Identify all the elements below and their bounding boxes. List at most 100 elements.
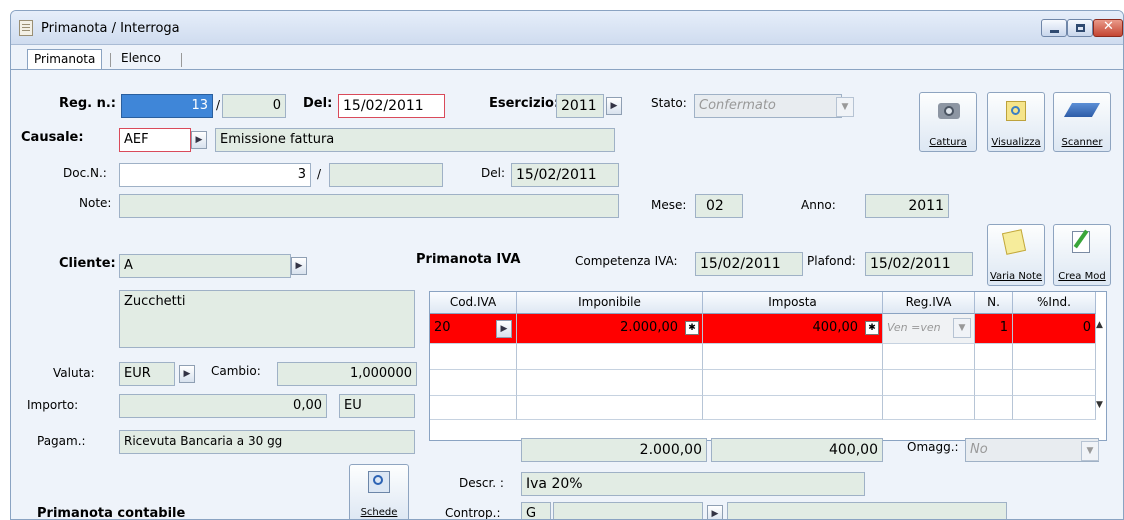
schede-label: Schede	[360, 507, 398, 518]
primanota-contabile-title: Primanota contabile	[37, 506, 186, 520]
reg-sub-field[interactable]: 0	[222, 94, 286, 118]
grid-cell[interactable]	[703, 370, 883, 396]
grid-cell[interactable]	[517, 344, 703, 370]
close-icon: ✕	[1103, 19, 1114, 34]
chevron-down-icon[interactable]: ▼	[836, 97, 854, 117]
ind-cell[interactable]: 0	[1013, 314, 1096, 344]
cliente-zoom-button[interactable]: ▶	[291, 257, 307, 275]
total-imposta-field: 400,00	[711, 438, 883, 462]
grid-cell[interactable]	[975, 370, 1013, 396]
note-label: Note:	[79, 196, 112, 210]
competenza-label: Competenza IVA:	[575, 254, 678, 268]
grid-cell[interactable]	[517, 370, 703, 396]
scanner-label: Scanner	[1061, 137, 1103, 148]
grid-cell[interactable]	[883, 396, 975, 420]
grid-cell[interactable]	[430, 344, 517, 370]
window: Primanota / Interroga ✕ Primanota Elenco…	[10, 10, 1124, 520]
grid-cell[interactable]	[975, 344, 1013, 370]
close-button[interactable]: ✕	[1093, 19, 1123, 37]
maximize-button[interactable]	[1067, 19, 1093, 37]
stato-value: Confermato	[699, 98, 776, 113]
grid-cell[interactable]	[1013, 344, 1096, 370]
reg-label: Reg. n.:	[59, 96, 116, 111]
anno-label: Anno:	[801, 198, 836, 212]
calculator-icon[interactable]: ✱	[685, 321, 699, 335]
scanner-button[interactable]: Scanner	[1053, 92, 1111, 152]
varia-note-button[interactable]: Varia Note	[987, 224, 1045, 286]
plafond-field[interactable]: 15/02/2011	[865, 252, 973, 276]
grid-cell[interactable]	[1013, 370, 1096, 396]
column-header[interactable]: Imponibile	[517, 292, 703, 314]
ind-value: 0	[1082, 320, 1091, 335]
primanota-iva-title: Primanota IVA	[416, 252, 521, 267]
contropartita-desc-field	[727, 502, 1007, 519]
stato-select[interactable]: Confermato	[694, 94, 842, 118]
date-field[interactable]: 15/02/2011	[338, 94, 445, 118]
causale-zoom-button[interactable]: ▶	[191, 131, 207, 149]
docn-sub-field[interactable]	[329, 163, 443, 187]
tab-primanota[interactable]: Primanota	[27, 49, 103, 69]
valuta-field[interactable]: EUR	[119, 362, 175, 386]
omaggio-select[interactable]: No	[965, 438, 1099, 462]
importo-field[interactable]: 0,00	[119, 394, 327, 418]
causale-code-field[interactable]: AEF	[119, 128, 191, 152]
n-cell[interactable]: 1	[975, 314, 1013, 344]
chevron-down-icon[interactable]: ▼	[1081, 441, 1099, 461]
grid-cell[interactable]	[517, 396, 703, 420]
valuta-zoom-button[interactable]: ▶	[179, 365, 195, 383]
grid-cell[interactable]	[1013, 396, 1096, 420]
imposta-cell[interactable]: 400,00	[703, 314, 883, 344]
contropartita-code-field[interactable]	[553, 502, 703, 519]
visualizza-button[interactable]: Visualizza	[987, 92, 1045, 152]
column-header[interactable]: %Ind.	[1013, 292, 1096, 314]
valuta-label: Valuta:	[53, 366, 95, 380]
del-label: Del:	[303, 96, 333, 111]
grid-cell[interactable]	[430, 396, 517, 420]
calculator-icon[interactable]: ✱	[865, 321, 879, 335]
contropartita-type-field[interactable]: G	[521, 502, 551, 519]
tab-elenco[interactable]: Elenco	[115, 49, 167, 69]
note-field[interactable]	[119, 194, 619, 218]
descrizione-field[interactable]: Iva 20%	[521, 472, 865, 496]
contropartita-zoom-button[interactable]: ▶	[707, 505, 723, 519]
iva-grid: Cod.IVA Imponibile Imposta Reg.IVA N. %I…	[429, 291, 1107, 441]
crea-mod-button[interactable]: Crea Mod	[1053, 224, 1111, 286]
cambio-field[interactable]: 1,000000	[277, 362, 417, 386]
scroll-up-icon[interactable]: ▲	[1096, 320, 1103, 330]
column-header[interactable]: Cod.IVA	[430, 292, 517, 314]
stato-label: Stato:	[651, 96, 687, 110]
pagamento-field[interactable]: Ricevuta Bancaria a 30 gg	[119, 430, 415, 454]
column-header[interactable]: Reg.IVA	[883, 292, 975, 314]
schede-button[interactable]: Schede	[349, 464, 409, 519]
chevron-down-icon[interactable]: ▼	[953, 318, 971, 338]
grid-cell[interactable]	[975, 396, 1013, 420]
grid-cell[interactable]	[883, 344, 975, 370]
docn-field[interactable]: 3	[119, 163, 311, 187]
minimize-button[interactable]	[1041, 19, 1067, 37]
reg-number-field[interactable]: 13	[121, 94, 213, 118]
plafond-label: Plafond:	[807, 254, 856, 268]
esercizio-field[interactable]: 2011	[556, 94, 604, 118]
cattura-button[interactable]: Cattura	[919, 92, 977, 152]
cod-iva-zoom-button[interactable]: ▶	[496, 320, 512, 338]
grid-cell[interactable]	[703, 344, 883, 370]
scroll-down-icon[interactable]: ▼	[1096, 400, 1103, 410]
camera-icon	[938, 103, 960, 119]
omagg-label: Omagg.:	[907, 440, 959, 454]
grid-cell[interactable]	[430, 370, 517, 396]
imponibile-value: 2.000,00	[620, 320, 678, 335]
imponibile-cell[interactable]: 2.000,00	[517, 314, 703, 344]
edit-icon	[1072, 229, 1090, 253]
grid-cell[interactable]	[703, 396, 883, 420]
column-header[interactable]: Imposta	[703, 292, 883, 314]
grid-scrollbar[interactable]: ▲ ▼	[1096, 314, 1106, 440]
anno-field: 2011	[865, 194, 949, 218]
grid-cell[interactable]	[883, 370, 975, 396]
title-bar: Primanota / Interroga ✕	[11, 11, 1123, 45]
column-header[interactable]: N.	[975, 292, 1013, 314]
doc-date-field[interactable]: 15/02/2011	[511, 163, 619, 187]
competenza-field[interactable]: 15/02/2011	[695, 252, 803, 276]
cliente-code-field[interactable]: A	[119, 254, 291, 278]
visualizza-label: Visualizza	[991, 137, 1041, 148]
esercizio-zoom-button[interactable]: ▶	[606, 97, 622, 115]
